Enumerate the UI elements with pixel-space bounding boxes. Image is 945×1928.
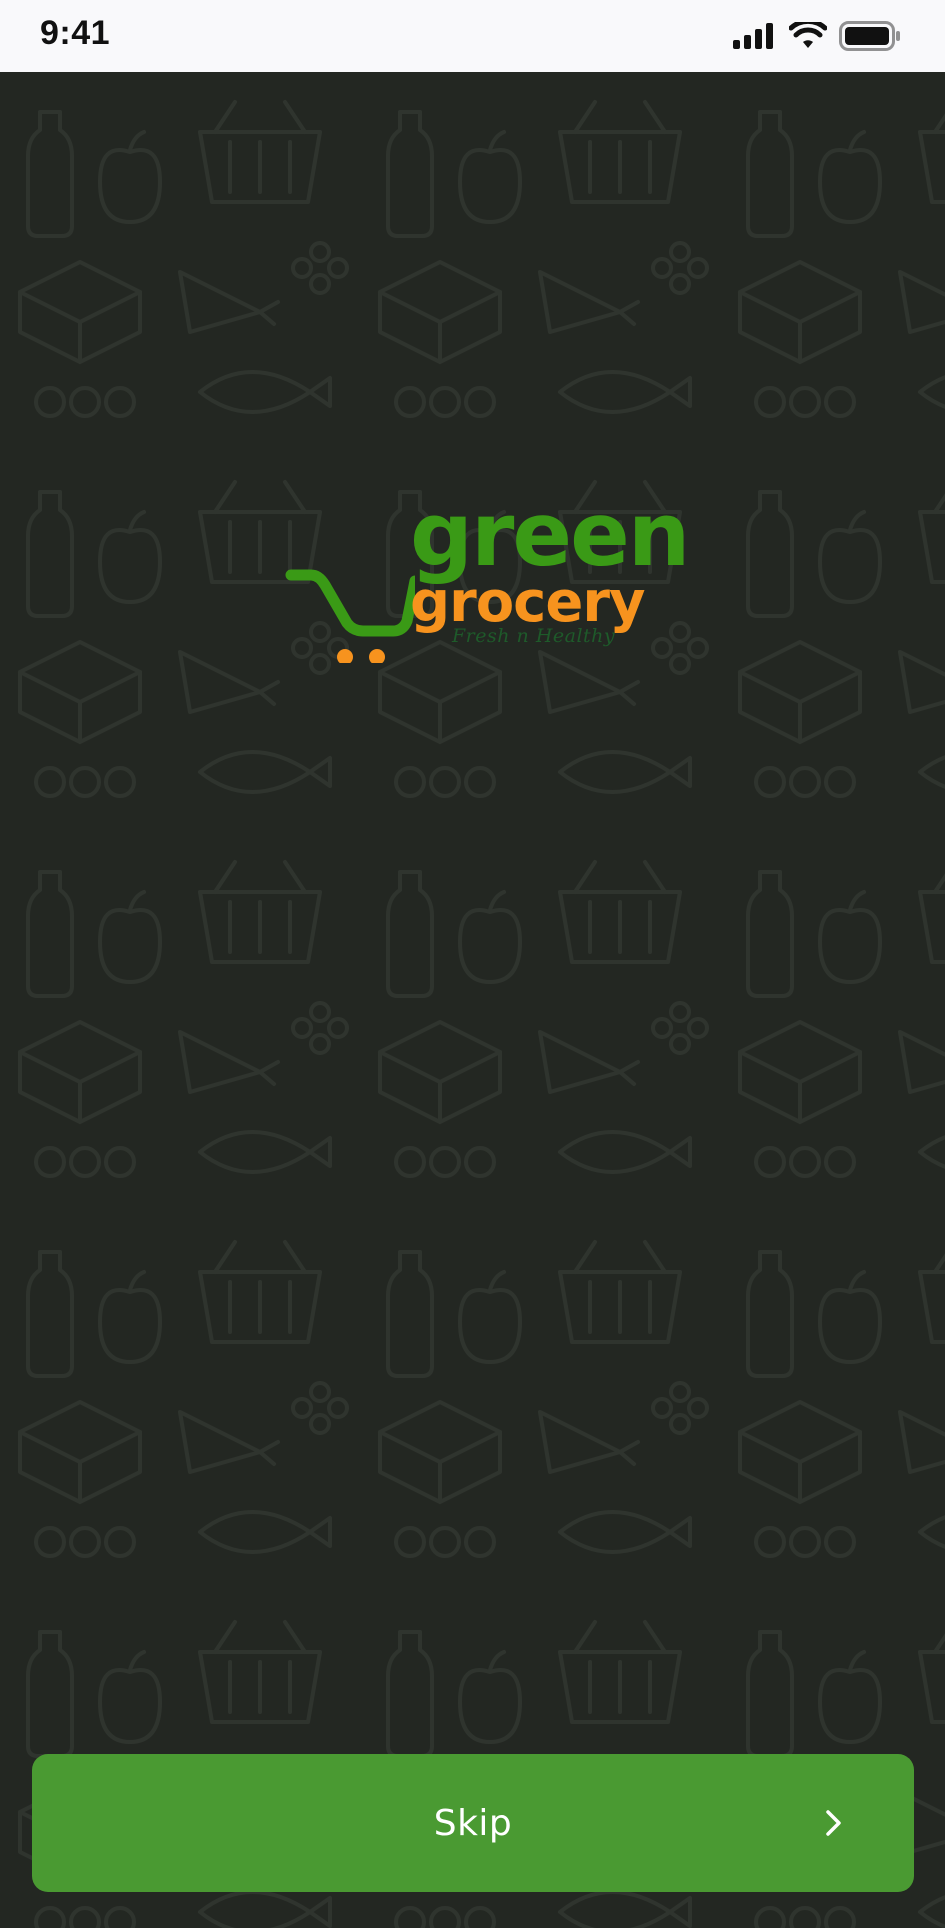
chevron-right-icon (826, 1810, 841, 1836)
wifi-icon (789, 22, 827, 48)
logo-word-green: green (410, 483, 690, 586)
green-grocery-logo: green grocery Fresh n Healthy (285, 491, 690, 665)
grocery-doodle-pattern (0, 72, 945, 1928)
cellular-signal-icon (733, 23, 773, 49)
status-time: 9:41 (40, 14, 111, 52)
skip-button[interactable]: Skip (32, 1754, 914, 1892)
splash-screen: 9:41 green grocery Fresh n Healthy Skip (0, 0, 945, 1928)
logo-tagline: Fresh n Healthy (452, 625, 616, 647)
status-bar: 9:41 (0, 0, 945, 72)
shopping-cart-icon (285, 569, 415, 663)
logo-word-grocery: grocery (410, 570, 645, 635)
battery-icon (839, 21, 900, 51)
status-icons (733, 20, 901, 52)
skip-button-label: Skip (433, 1802, 513, 1844)
